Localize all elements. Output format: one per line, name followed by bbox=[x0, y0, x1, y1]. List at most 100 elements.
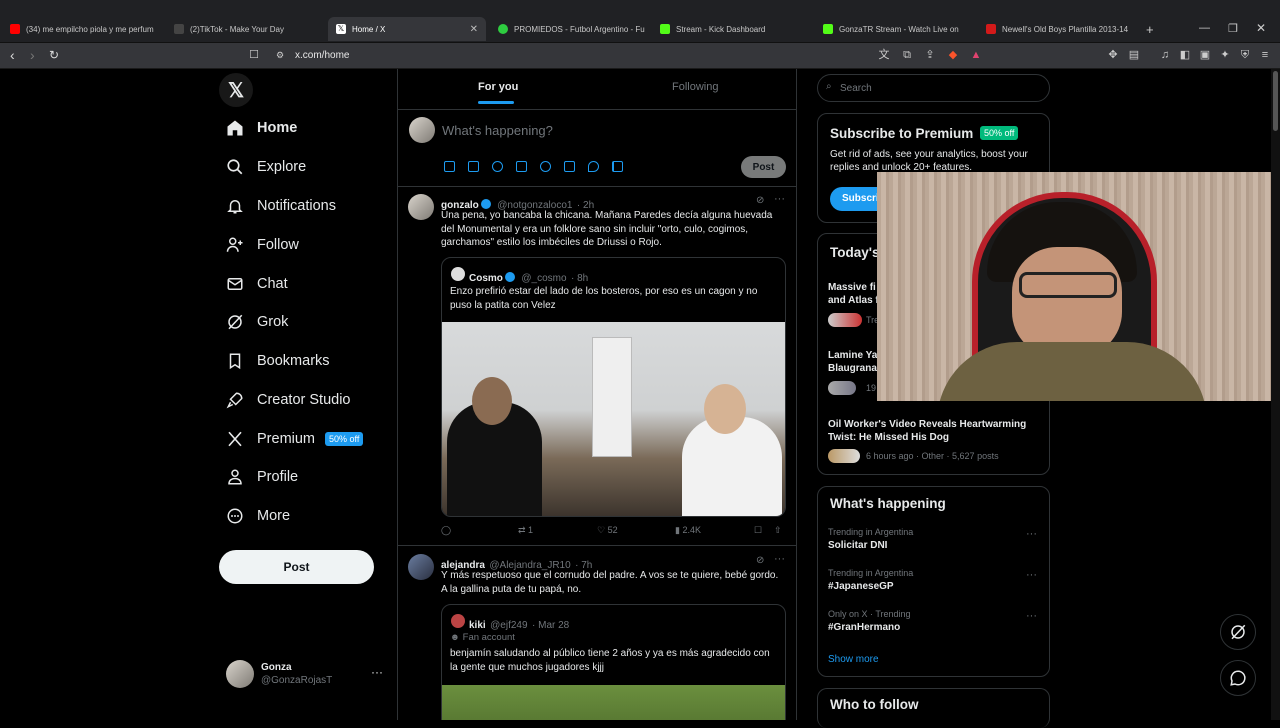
brave-shield-icon[interactable]: ◆ bbox=[947, 49, 959, 61]
media-icon[interactable]: ♫ bbox=[1159, 49, 1171, 61]
bookmark-icon[interactable]: ☐ bbox=[754, 525, 762, 536]
quoted-post[interactable]: Cosmo @_cosmo · 8h Enzo prefirió estar d… bbox=[441, 257, 786, 517]
nav-notifications[interactable]: Notifications bbox=[226, 191, 336, 221]
more-icon[interactable]: ··· bbox=[1026, 610, 1037, 622]
sidebar-toggle-icon[interactable]: ◧ bbox=[1179, 49, 1191, 61]
nav-bookmarks[interactable]: Bookmarks bbox=[226, 346, 330, 376]
more-icon[interactable]: ··· bbox=[774, 193, 785, 205]
tab-for-you[interactable]: For you bbox=[478, 81, 518, 93]
maximize-icon[interactable]: ❐ bbox=[1228, 22, 1238, 35]
avatar[interactable] bbox=[408, 194, 434, 220]
scrollbar[interactable] bbox=[1271, 69, 1280, 720]
news-item-title[interactable]: Blaugrana bbox=[828, 363, 877, 374]
trend-item[interactable]: Solicitar DNI bbox=[828, 540, 887, 551]
more-icon[interactable]: ··· bbox=[1026, 569, 1037, 581]
divider bbox=[398, 186, 796, 187]
share-icon[interactable]: ⇧ bbox=[774, 525, 782, 536]
nav-creator-studio[interactable]: Creator Studio bbox=[226, 385, 351, 415]
browser-tab-active[interactable]: 𝕏 Home / X ✕ bbox=[328, 17, 486, 41]
quoted-post[interactable]: kiki @ejf249 · Mar 28 ☻ Fan account benj… bbox=[441, 604, 786, 720]
new-tab-button[interactable]: + bbox=[1146, 22, 1154, 37]
nav-follow[interactable]: Follow bbox=[226, 230, 299, 260]
avatar-stack bbox=[828, 449, 860, 463]
url-field[interactable]: x.com/home bbox=[295, 50, 349, 61]
forward-icon[interactable]: › bbox=[30, 48, 35, 62]
wallet-icon[interactable]: ▣ bbox=[1199, 49, 1211, 61]
poll-icon[interactable] bbox=[516, 161, 527, 172]
nav-premium[interactable]: Premium 50% off bbox=[226, 424, 364, 454]
news-item-title[interactable]: Massive fi bbox=[828, 282, 876, 293]
tab-following[interactable]: Following bbox=[672, 81, 718, 93]
chat-button[interactable] bbox=[1220, 660, 1256, 696]
share-icon[interactable]: ⇪ bbox=[924, 49, 936, 61]
bookmark-icon[interactable]: ☐ bbox=[248, 49, 260, 61]
nav-home[interactable]: Home bbox=[226, 113, 297, 143]
search-input[interactable]: Search bbox=[817, 74, 1050, 102]
views-button[interactable]: ▮ 2.4K bbox=[675, 525, 701, 536]
emoji-icon[interactable] bbox=[540, 161, 551, 172]
avatar-stack bbox=[828, 313, 862, 327]
location-icon[interactable] bbox=[588, 161, 599, 172]
discount-badge: 50% off bbox=[325, 432, 364, 446]
open-external-icon[interactable]: ⧉ bbox=[901, 49, 913, 61]
gif-icon[interactable] bbox=[468, 161, 479, 172]
post-image[interactable] bbox=[442, 322, 785, 516]
browser-tab[interactable]: (34) me empilcho piola y me perfum bbox=[2, 19, 162, 39]
brave-rewards-icon[interactable]: ▲ bbox=[970, 49, 982, 61]
mask-icon: ☻ bbox=[450, 632, 463, 643]
menu-icon[interactable]: ≡ bbox=[1259, 49, 1271, 61]
browser-tab[interactable]: Newell's Old Boys Plantilla 2013-14 bbox=[978, 19, 1136, 39]
grok-button[interactable] bbox=[1220, 614, 1256, 650]
timeline: For you Following What's happening? Post… bbox=[397, 69, 797, 720]
repost-button[interactable]: ⇄ 1 bbox=[518, 525, 533, 536]
more-icon[interactable]: ··· bbox=[1026, 528, 1037, 540]
grok-icon[interactable] bbox=[492, 161, 503, 172]
news-item-title[interactable]: Oil Worker's Video Reveals Heartwarming … bbox=[828, 418, 1040, 444]
extensions-icon[interactable]: ✥ bbox=[1107, 49, 1119, 61]
show-more-link[interactable]: Show more bbox=[828, 654, 879, 665]
news-item-meta: 19 bbox=[866, 383, 877, 393]
trend-item[interactable]: #GranHermano bbox=[828, 622, 900, 633]
nav-explore[interactable]: Explore bbox=[226, 152, 306, 182]
translate-icon[interactable]: 文 bbox=[878, 49, 890, 61]
post-button[interactable]: Post bbox=[219, 550, 374, 584]
close-window-icon[interactable]: ✕ bbox=[1256, 21, 1266, 35]
leo-ai-icon[interactable]: ✦ bbox=[1219, 49, 1231, 61]
scrollbar-thumb[interactable] bbox=[1273, 71, 1278, 131]
more-icon[interactable]: ··· bbox=[774, 553, 785, 565]
grok-icon[interactable]: ⊘ bbox=[756, 195, 764, 206]
browser-tab[interactable]: Stream - Kick Dashboard bbox=[652, 19, 812, 39]
browser-tab[interactable]: PROMIEDOS - Futbol Argentino - Fu bbox=[490, 19, 648, 39]
x-logo-icon[interactable]: 𝕏 bbox=[219, 73, 253, 107]
close-tab-icon[interactable]: ✕ bbox=[470, 24, 478, 35]
nav-chat[interactable]: Chat bbox=[226, 269, 288, 299]
browser-tab[interactable]: (2)TikTok - Make Your Day bbox=[166, 19, 324, 39]
reload-icon[interactable]: ↻ bbox=[49, 48, 59, 62]
media-icon[interactable] bbox=[444, 161, 455, 172]
trend-item[interactable]: #JapaneseGP bbox=[828, 581, 894, 592]
post-image[interactable] bbox=[442, 685, 785, 720]
tab-search-icon[interactable]: ▤ bbox=[1128, 49, 1140, 61]
vpn-icon[interactable]: ⛨ bbox=[1239, 49, 1251, 61]
grok-icon[interactable]: ⊘ bbox=[756, 555, 764, 566]
compose-input[interactable]: What's happening? bbox=[442, 123, 553, 138]
nav-grok[interactable]: Grok bbox=[226, 307, 288, 337]
news-item-title[interactable]: Lamine Ya bbox=[828, 350, 877, 361]
account-switcher[interactable]: Gonza @GonzaRojasT ··· bbox=[226, 659, 386, 689]
like-button[interactable]: ♡ 52 bbox=[597, 525, 618, 536]
compose-post-button[interactable]: Post bbox=[741, 156, 786, 178]
reply-button[interactable]: ◯ bbox=[441, 525, 451, 536]
back-icon[interactable]: ‹ bbox=[10, 48, 15, 62]
flag-icon[interactable] bbox=[612, 161, 623, 172]
nav-more[interactable]: More bbox=[226, 501, 290, 531]
site-info-icon[interactable]: ⚙ bbox=[274, 49, 286, 61]
browser-tab[interactable]: GonzaTR Stream - Watch Live on bbox=[815, 19, 973, 39]
nav-profile[interactable]: Profile bbox=[226, 462, 298, 492]
promiedos-icon bbox=[498, 24, 508, 34]
face-shape bbox=[1012, 247, 1122, 357]
minimize-icon[interactable]: — bbox=[1199, 22, 1210, 34]
schedule-icon[interactable] bbox=[564, 161, 575, 172]
more-icon[interactable]: ··· bbox=[371, 665, 383, 679]
news-item-title[interactable]: and Atlas f bbox=[828, 295, 879, 306]
avatar[interactable] bbox=[408, 554, 434, 580]
